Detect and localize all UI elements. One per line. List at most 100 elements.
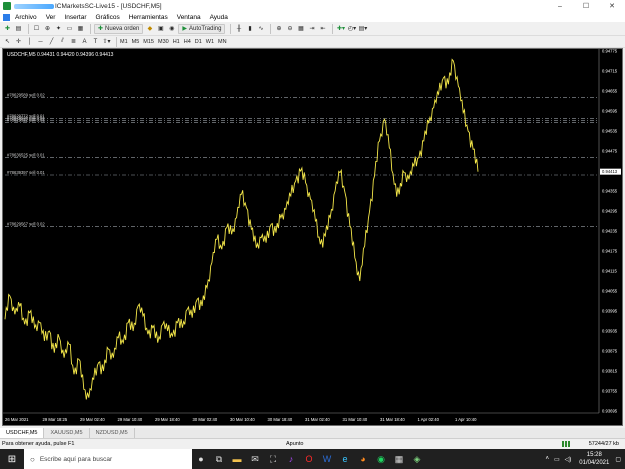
timeframe-mn[interactable]: MN (218, 39, 227, 45)
clock[interactable]: 15:28 01/04/2021 (579, 451, 609, 467)
windows-start-icon[interactable]: ⊞ (0, 449, 24, 469)
menu-insertar[interactable]: Insertar (64, 14, 86, 21)
word-icon[interactable]: W (318, 449, 336, 469)
market-icon[interactable]: ▣ (156, 24, 165, 34)
chart-shift-icon[interactable]: ⇤ (318, 24, 327, 34)
firefox-icon[interactable]: ◕ (354, 449, 372, 469)
chart-window[interactable]: USDCHF,M5 0.94431 0.94420 0.94396 0.9441… (2, 48, 623, 426)
crosshair-icon[interactable]: ✛ (14, 37, 23, 47)
zoom-in-icon[interactable]: ⊕ (274, 24, 283, 34)
spotify-icon[interactable]: ◉ (372, 449, 390, 469)
price-tick-label: 0.94355 (602, 189, 618, 194)
metaeditor-icon[interactable]: ◆ (145, 24, 154, 34)
search-icon: ○ (30, 454, 35, 464)
photos-icon[interactable]: ▦ (390, 449, 408, 469)
timeframe-m1[interactable]: M1 (120, 39, 128, 45)
timeframe-h1[interactable]: H1 (173, 39, 180, 45)
taskbar-search[interactable]: ○ Escribe aquí para buscar (24, 449, 192, 469)
price-tick-label: 0.93755 (602, 389, 618, 394)
time-tick-label: 31 Mar 02:40 (305, 417, 330, 422)
menu-ventana[interactable]: Ventana (177, 14, 201, 21)
menu-archivo[interactable]: Archivo (15, 14, 37, 21)
tester-icon[interactable]: ▦ (76, 24, 85, 34)
vertical-line-icon[interactable]: │ (25, 37, 34, 47)
notifications-icon[interactable]: ▢ (615, 456, 621, 463)
menu-ver[interactable]: Ver (46, 14, 56, 21)
time-tick-label: 29 Mar 18:40 (155, 417, 180, 422)
horizontal-line-icon[interactable]: ─ (36, 37, 45, 47)
indicators-icon[interactable]: ✚▾ (336, 24, 345, 34)
price-chart[interactable]: USDCHF,M5 0.94431 0.94420 0.94396 0.9441… (3, 49, 622, 425)
status-profile: Apunto (286, 441, 304, 447)
music-icon[interactable]: ♪ (282, 449, 300, 469)
volume-icon[interactable]: ◁) (565, 456, 572, 463)
text-icon[interactable]: A (80, 37, 89, 47)
zoom-out-icon[interactable]: ⊖ (285, 24, 294, 34)
chart-header: USDCHF,M5 0.94431 0.94420 0.94396 0.9441… (7, 52, 114, 58)
periods-icon[interactable]: ◴▾ (347, 24, 356, 34)
price-tick-label: 0.94475 (602, 149, 618, 154)
tab-xauusd[interactable]: XAUUSD,M5 (44, 428, 90, 438)
fibonacci-icon[interactable]: ≣ (69, 37, 78, 47)
tab-usdchf[interactable]: USDCHF,M5 (0, 428, 45, 438)
tray-chevron-icon[interactable]: ˄ (545, 456, 549, 462)
maximize-button[interactable]: ☐ (573, 0, 599, 12)
menu-graficos[interactable]: Gráficos (96, 14, 120, 21)
trendline-icon[interactable]: ╱ (47, 37, 56, 47)
search-placeholder: Escribe aquí para buscar (39, 455, 113, 463)
line-chart-icon[interactable]: ∿ (256, 24, 265, 34)
menu-bar: Archivo Ver Insertar Gráficos Herramient… (0, 12, 625, 22)
bar-chart-icon[interactable]: ╫ (234, 24, 243, 34)
menu-herramientas[interactable]: Herramientas (129, 14, 168, 21)
opera-icon[interactable]: O (300, 449, 318, 469)
chart-window-icon[interactable] (3, 13, 10, 21)
order-label: #78639397 sell 0.01 (7, 170, 45, 175)
network-icon[interactable]: ▭ (554, 456, 560, 463)
close-button[interactable]: ✕ (599, 0, 625, 12)
timeframe-w1[interactable]: W1 (206, 39, 214, 45)
mail-icon[interactable]: ✉ (246, 449, 264, 469)
timeframe-h4[interactable]: H4 (184, 39, 191, 45)
price-tick-label: 0.94295 (602, 209, 618, 214)
terminal-icon[interactable]: ▭ (65, 24, 74, 34)
new-order-button[interactable]: ✚ Nueva orden (94, 23, 144, 34)
window-title: ICMarketsSC-Live15 - [USDCHF,M5] (55, 2, 162, 10)
clock-time: 15:28 (586, 452, 602, 458)
market-watch-icon[interactable]: ☐ (32, 24, 41, 34)
data-window-icon[interactable]: ⊕ (43, 24, 52, 34)
auto-scroll-icon[interactable]: ⇥ (307, 24, 316, 34)
arrows-icon[interactable]: ⇧▾ (102, 37, 111, 47)
price-tick-label: 0.94775 (602, 49, 618, 54)
time-tick-label: 30 Mar 10:40 (230, 417, 255, 422)
new-order-label: Nueva orden (105, 25, 140, 32)
time-tick-label: 1 Apr 02:40 (418, 417, 440, 422)
price-tick-label: 0.94715 (602, 69, 618, 74)
tile-windows-icon[interactable]: ▦ (296, 24, 305, 34)
cursor-icon[interactable]: ↖ (3, 37, 12, 47)
store-icon[interactable]: ⛶ (264, 449, 282, 469)
edge-icon[interactable]: e (336, 449, 354, 469)
clock-date: 01/04/2021 (579, 460, 610, 466)
profiles-icon[interactable]: ▤ (14, 24, 23, 34)
metatrader-icon[interactable]: ◈ (408, 449, 426, 469)
timeframe-m15[interactable]: M15 (143, 39, 154, 45)
timeframe-m30[interactable]: M30 (158, 39, 169, 45)
microphone-icon[interactable]: ● (192, 449, 210, 469)
minimize-button[interactable]: – (547, 0, 573, 12)
new-chart-icon[interactable]: ✚ (3, 24, 12, 34)
timeframe-d1[interactable]: D1 (195, 39, 202, 45)
file-explorer-icon[interactable]: ▬ (228, 449, 246, 469)
signals-icon[interactable]: ◉ (167, 24, 176, 34)
autotrading-button[interactable]: ▶ AutoTrading (178, 23, 226, 34)
price-tick-label: 0.94115 (602, 269, 617, 274)
tab-nzdusd[interactable]: NZDUSD,M5 (90, 428, 135, 438)
menu-ayuda[interactable]: Ayuda (210, 14, 228, 21)
candlestick-icon[interactable]: ▮ (245, 24, 254, 34)
navigator-icon[interactable]: ✦ (54, 24, 63, 34)
task-view-icon[interactable]: ⧉ (210, 449, 228, 469)
channel-icon[interactable]: ⫽ (58, 37, 67, 47)
timeframe-m5[interactable]: M5 (132, 39, 140, 45)
label-icon[interactable]: T (91, 37, 100, 47)
templates-icon[interactable]: ▤▾ (358, 24, 368, 34)
time-tick-label: 29 Mar 10:40 (118, 417, 143, 422)
